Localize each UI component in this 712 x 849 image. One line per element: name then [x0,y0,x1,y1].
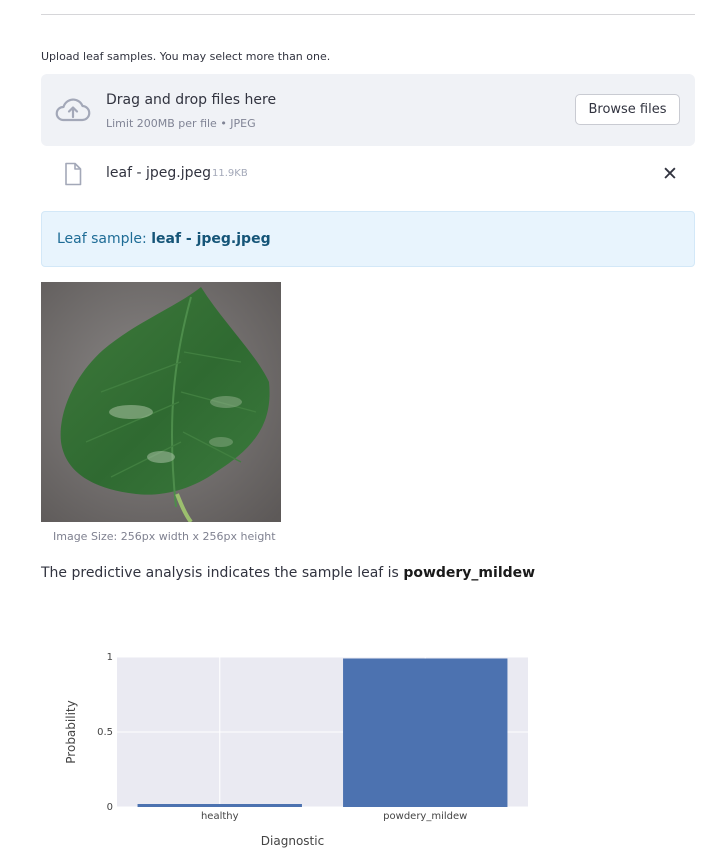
info-prefix: Leaf sample: [57,231,152,247]
close-icon: ✕ [662,163,678,185]
x-axis-title: Diagnostic [261,834,324,848]
uploaded-file-row: leaf - jpeg.jpeg 11.9KB ✕ [41,156,695,190]
remove-file-button[interactable]: ✕ [659,163,681,185]
leaf-sample-info: Leaf sample: leaf - jpeg.jpeg [41,211,695,267]
file-dropzone[interactable]: Drag and drop files here Limit 200MB per… [41,74,695,146]
x-tick-label: healthy [201,811,239,822]
y-tick-label: 1 [107,652,113,663]
dropzone-limit: Limit 200MB per file • JPEG [106,117,256,130]
image-caption: Image Size: 256px width x 256px height [53,530,276,543]
leaf-sample-image [41,282,281,522]
cloud-upload-icon [55,98,91,122]
prediction-prefix: The predictive analysis indicates the sa… [41,565,404,581]
y-tick-label: 0.5 [97,727,113,738]
prediction-label: powdery_mildew [403,565,536,581]
top-divider [41,14,695,15]
info-filename: leaf - jpeg.jpeg [151,231,271,247]
probability-bar-chart: healthy powdery_mildew 0 0.5 1 Diagnostic Prob… [64,652,528,848]
dropzone-title: Drag and drop files here [106,92,277,108]
bar-healthy [137,804,302,807]
browse-files-button[interactable]: Browse files [575,94,680,125]
y-tick-label: 0 [107,802,113,813]
x-tick-label: powdery_mildew [383,811,467,822]
prediction-text: The predictive analysis indicates the sa… [41,565,535,581]
upload-label: Upload leaf samples. You may select more… [41,50,331,63]
info-text: Leaf sample: leaf - jpeg.jpeg [57,231,271,247]
y-axis-title: Probability [64,700,78,763]
uploaded-file-size: 11.9KB [212,168,248,179]
file-icon [65,162,82,186]
uploaded-file-name: leaf - jpeg.jpeg [106,165,211,181]
bar-powdery-mildew [343,658,508,807]
